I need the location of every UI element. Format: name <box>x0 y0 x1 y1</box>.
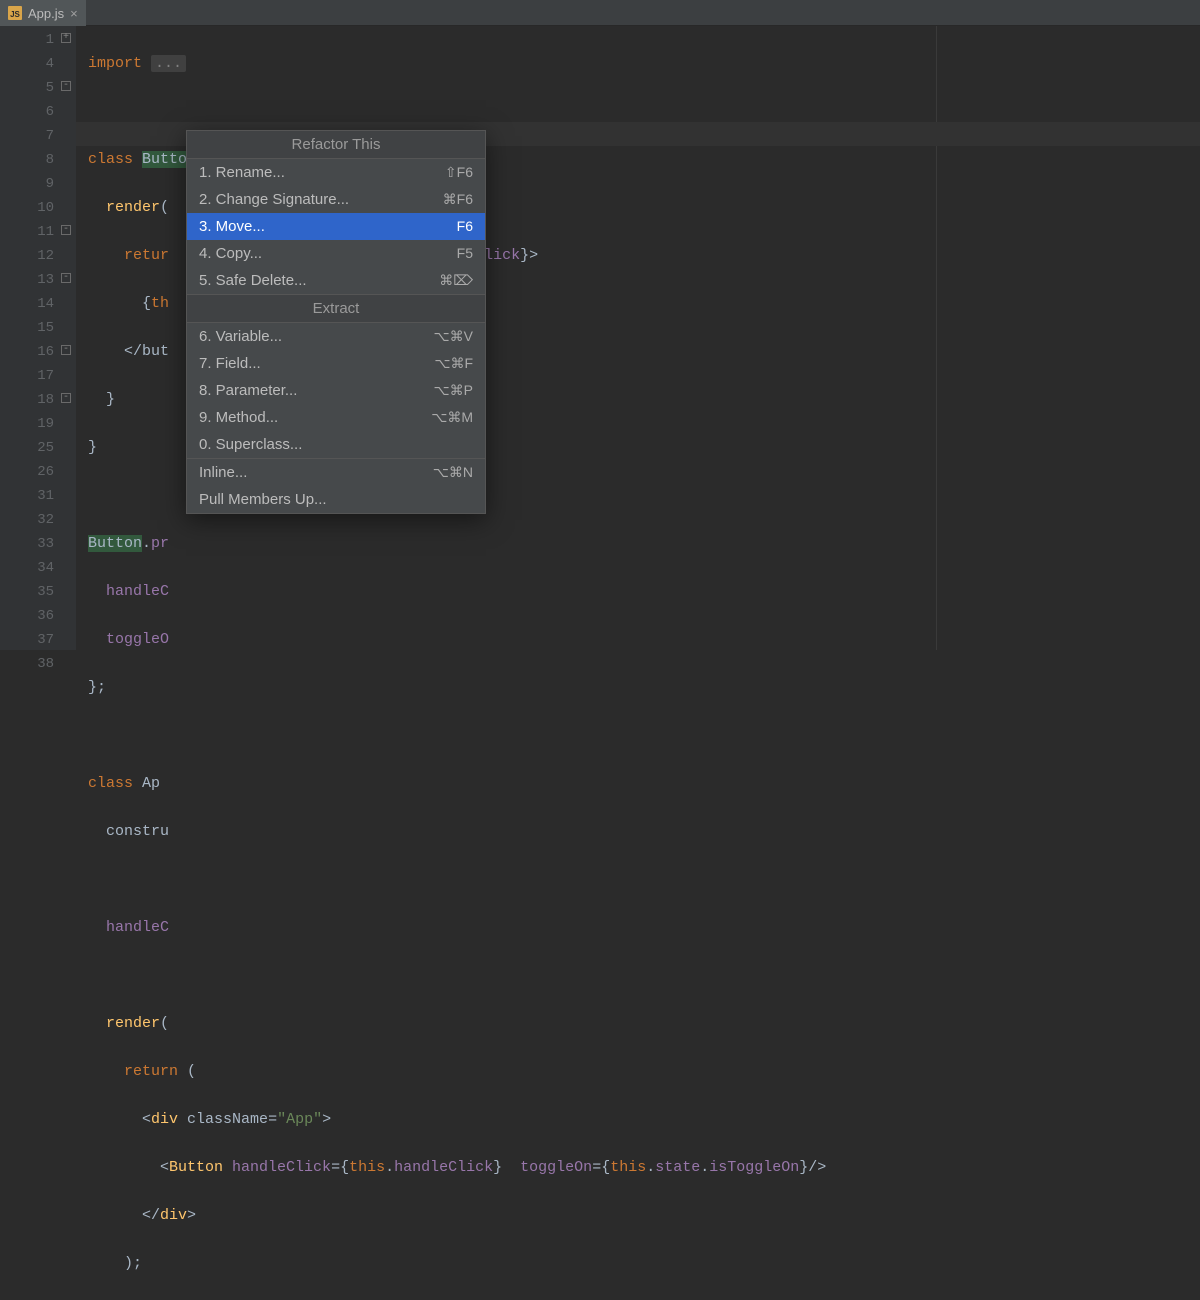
line-num: 7 <box>0 124 54 148</box>
line-num: 9 <box>0 172 54 196</box>
menu-extract-field[interactable]: 7. Field...⌥⌘F <box>187 350 485 377</box>
menu-copy[interactable]: 4. Copy...F5 <box>187 240 485 267</box>
code-line: Button.pr <box>88 532 1200 556</box>
line-num: 8 <box>0 148 54 172</box>
line-num: 14 <box>0 292 54 316</box>
code-line: ); <box>88 1252 1200 1276</box>
code-line: class Ap <box>88 772 1200 796</box>
code-line: return ( <box>88 1060 1200 1084</box>
line-num: 11 <box>0 220 54 244</box>
menu-move[interactable]: 3. Move...F6 <box>187 213 485 240</box>
line-num: 18 <box>0 388 54 412</box>
line-num: 16 <box>0 340 54 364</box>
code-line: handleC <box>88 580 1200 604</box>
line-num: 35 <box>0 580 54 604</box>
line-num: 5 <box>0 76 54 100</box>
code-line: import ... <box>88 52 1200 76</box>
code-line: handleC <box>88 916 1200 940</box>
menu-section-extract: Extract <box>187 294 485 323</box>
line-num: 15 <box>0 316 54 340</box>
line-num: 1 <box>0 28 54 52</box>
folded-region[interactable]: ... <box>151 55 186 72</box>
line-num: 33 <box>0 532 54 556</box>
fold-icon[interactable]: + <box>61 33 71 43</box>
code-line: <div className="App"> <box>88 1108 1200 1132</box>
menu-extract-method[interactable]: 9. Method...⌥⌘M <box>187 404 485 431</box>
menu-inline[interactable]: Inline...⌥⌘N <box>187 459 485 486</box>
menu-safe-delete[interactable]: 5. Safe Delete...⌘⌦ <box>187 267 485 294</box>
line-num: 31 <box>0 484 54 508</box>
line-num: 17 <box>0 364 54 388</box>
code-line: toggleO <box>88 628 1200 652</box>
gutter: 1 4 5 6 7 8 9 10 11 12 13 14 15 16 17 18… <box>0 26 76 650</box>
line-num: 32 <box>0 508 54 532</box>
line-num: 13 <box>0 268 54 292</box>
fold-icon[interactable]: - <box>61 273 71 283</box>
refactor-menu: Refactor This 1. Rename...⇧F6 2. Change … <box>186 130 486 514</box>
code-line: render( <box>88 1012 1200 1036</box>
menu-title: Refactor This <box>187 131 485 159</box>
line-num: 4 <box>0 52 54 76</box>
line-num: 6 <box>0 100 54 124</box>
line-num: 34 <box>0 556 54 580</box>
code-line: </div> <box>88 1204 1200 1228</box>
code-line <box>88 868 1200 892</box>
line-num: 10 <box>0 196 54 220</box>
line-num: 38 <box>0 652 54 676</box>
code-line: constru <box>88 820 1200 844</box>
tab-label: App.js <box>28 6 64 21</box>
tab-app-js[interactable]: JS App.js × <box>0 0 86 26</box>
menu-extract-superclass[interactable]: 0. Superclass... <box>187 431 485 458</box>
fold-icon[interactable]: - <box>61 225 71 235</box>
line-num: 37 <box>0 628 54 652</box>
menu-pull-members-up[interactable]: Pull Members Up... <box>187 486 485 513</box>
editor[interactable]: 1 4 5 6 7 8 9 10 11 12 13 14 15 16 17 18… <box>0 26 1200 650</box>
code-line <box>88 100 1200 124</box>
fold-icon[interactable]: - <box>61 393 71 403</box>
fold-icon[interactable]: - <box>61 345 71 355</box>
menu-extract-variable[interactable]: 6. Variable...⌥⌘V <box>187 323 485 350</box>
tab-bar: JS App.js × <box>0 0 1200 26</box>
code-line <box>88 724 1200 748</box>
menu-change-signature[interactable]: 2. Change Signature...⌘F6 <box>187 186 485 213</box>
line-num: 12 <box>0 244 54 268</box>
menu-extract-parameter[interactable]: 8. Parameter...⌥⌘P <box>187 377 485 404</box>
code-line: }; <box>88 676 1200 700</box>
line-num: 25 <box>0 436 54 460</box>
line-num: 26 <box>0 460 54 484</box>
line-num: 36 <box>0 604 54 628</box>
js-file-icon: JS <box>8 6 22 20</box>
close-icon[interactable]: × <box>70 6 78 21</box>
line-num: 19 <box>0 412 54 436</box>
fold-icon[interactable]: - <box>61 81 71 91</box>
menu-rename[interactable]: 1. Rename...⇧F6 <box>187 159 485 186</box>
code-line: <Button handleClick={this.handleClick} t… <box>88 1156 1200 1180</box>
code-line <box>88 964 1200 988</box>
